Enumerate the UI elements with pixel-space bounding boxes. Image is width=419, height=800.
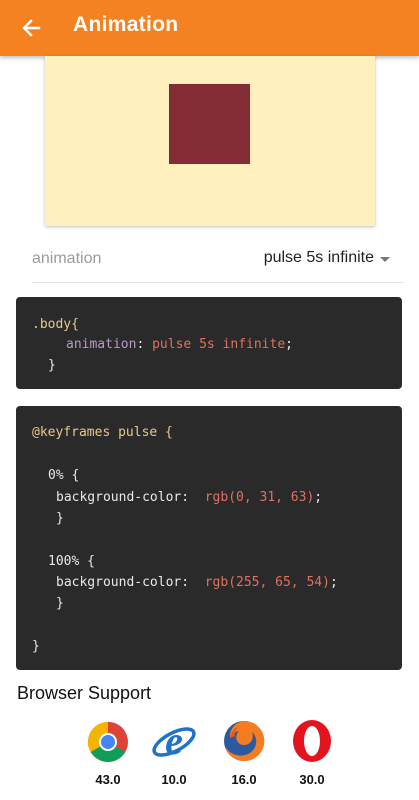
property-label: animation <box>32 250 102 267</box>
keyframes-code-block: @keyframes pulse { 0% { background-color… <box>16 406 402 670</box>
code-keyframes: @keyframes pulse { <box>32 425 173 440</box>
internet-explorer-icon: e <box>152 718 196 763</box>
css-code-block: .body{ animation: pulse 5s infinite; } <box>16 297 402 389</box>
browser-ie: e 10.0 <box>144 718 204 787</box>
chrome-version: 43.0 <box>95 772 121 787</box>
code-step-0-property: background-color: <box>56 490 190 505</box>
svg-text:e: e <box>165 718 183 763</box>
code-semicolon: ; <box>285 337 293 352</box>
code-declaration: animation: pulse 5s infinite; <box>66 337 293 352</box>
code-close-brace: } <box>48 358 56 373</box>
code-keyframes-close: } <box>32 639 40 654</box>
code-step-0: 0% { <box>48 468 80 483</box>
code-selector: .body{ <box>32 317 79 332</box>
code-step-0-close: } <box>56 511 64 526</box>
browser-chrome: 43.0 <box>78 718 138 787</box>
code-step-100-value: rgb(255, 65, 54) <box>204 575 330 590</box>
code-colon: : <box>136 337 145 352</box>
browser-firefox: 16.0 <box>214 718 274 787</box>
browser-support-title: Browser Support <box>17 683 152 703</box>
animation-preview <box>45 56 375 226</box>
code-step-0-semicolon: ; <box>314 490 323 505</box>
code-step-100-property: background-color: <box>56 575 190 590</box>
animated-box <box>169 84 250 164</box>
app-bar: Animation <box>0 0 419 56</box>
code-value: pulse 5s infinite <box>152 337 286 352</box>
property-value: pulse 5s infinite <box>263 249 374 266</box>
arrow-back-icon <box>22 19 41 37</box>
dropdown-arrow-icon <box>380 256 390 262</box>
code-step-100-close: } <box>56 596 64 611</box>
code-step-100-semicolon: ; <box>329 575 338 590</box>
code-step-0-declaration: background-color: rgb(0, 31, 63); <box>56 490 322 505</box>
page-title: Animation <box>73 13 179 36</box>
browser-opera: 30.0 <box>282 718 342 787</box>
ie-version: 10.0 <box>161 772 187 787</box>
chrome-icon <box>88 722 128 762</box>
property-value-dropdown[interactable]: pulse 5s infinite <box>264 249 390 267</box>
opera-version: 30.0 <box>299 772 325 787</box>
code-step-100-declaration: background-color: rgb(255, 65, 54); <box>56 575 338 590</box>
code-step-0-value: rgb(0, 31, 63) <box>204 490 315 505</box>
code-property: animation <box>66 337 137 352</box>
firefox-icon <box>224 720 265 761</box>
code-step-100: 100% { <box>48 554 95 569</box>
firefox-version: 16.0 <box>231 772 257 787</box>
opera-icon <box>293 720 331 762</box>
back-button[interactable] <box>14 12 48 44</box>
property-row: animation pulse 5s infinite <box>32 237 404 283</box>
